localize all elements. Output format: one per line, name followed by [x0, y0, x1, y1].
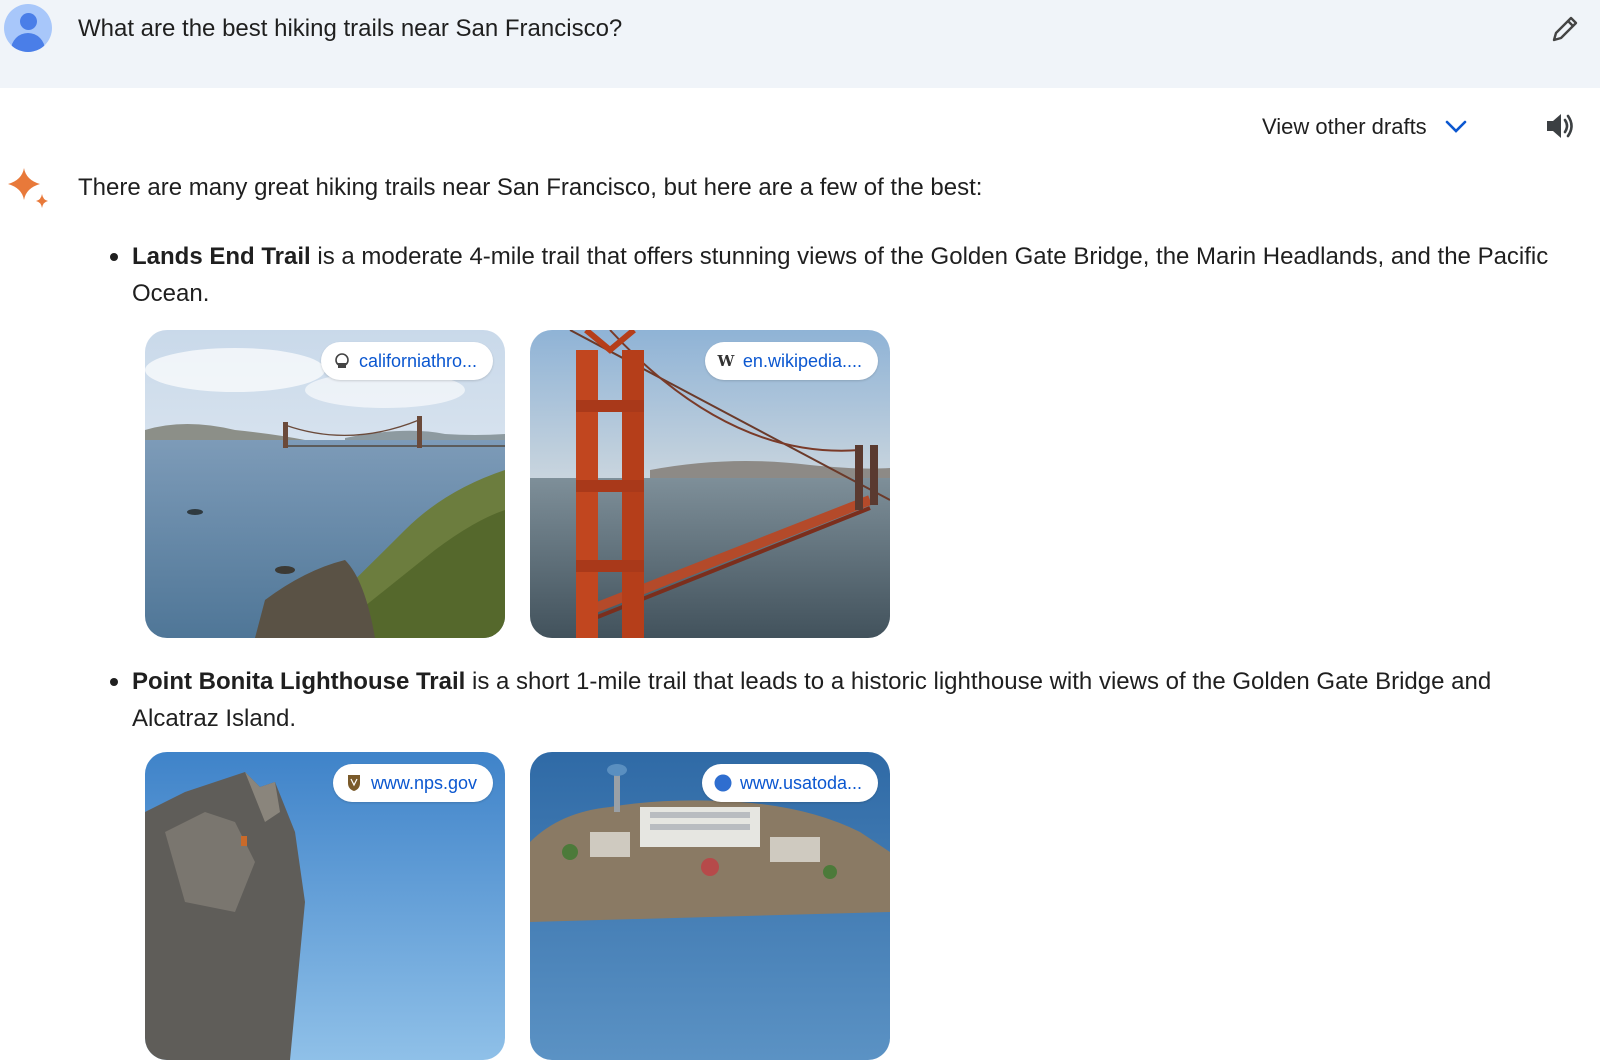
source-chip[interactable]: californiathro... — [320, 342, 493, 380]
source-chip[interactable]: www.usatoda... — [701, 764, 878, 802]
list-item-text: Point Bonita Lighthouse Trail is a short… — [132, 663, 1550, 737]
wikipedia-w-icon: W — [717, 352, 735, 370]
read-aloud-button[interactable] — [1542, 108, 1578, 144]
source-chip[interactable]: www.nps.gov — [332, 764, 493, 802]
list-item: Point Bonita Lighthouse Trail is a short… — [110, 663, 1550, 737]
view-other-drafts-label: View other drafts — [1262, 114, 1427, 139]
speaker-icon — [1547, 114, 1573, 138]
image-card[interactable]: W en.wikipedia.... — [530, 330, 890, 638]
chevron-down-icon — [1445, 120, 1466, 133]
user-avatar-icon[interactable] — [4, 4, 52, 52]
pencil-icon — [1552, 16, 1578, 42]
source-label: californiathro... — [358, 350, 477, 371]
edit-prompt-button[interactable] — [1548, 12, 1582, 46]
usatoday-circle-icon — [714, 774, 732, 792]
bullet-dot — [110, 253, 118, 261]
source-label: www.usatoda... — [739, 772, 862, 793]
trail-name: Lands End Trail — [132, 243, 311, 270]
nps-shield-icon — [345, 774, 363, 792]
trail-name: Point Bonita Lighthouse Trail — [132, 668, 466, 695]
backpack-favicon-icon — [333, 352, 351, 370]
source-label: en.wikipedia.... — [742, 350, 862, 371]
list-item-text: Lands End Trail is a moderate 4-mile tra… — [132, 238, 1550, 312]
image-card[interactable]: californiathro... — [145, 330, 505, 638]
trail-description: is a moderate 4-mile trail that offers s… — [132, 243, 1549, 307]
list-item: Lands End Trail is a moderate 4-mile tra… — [110, 238, 1550, 312]
image-card[interactable]: www.usatoda... — [530, 752, 890, 1060]
source-chip[interactable]: W en.wikipedia.... — [704, 342, 878, 380]
image-card[interactable]: www.nps.gov — [145, 752, 505, 1060]
view-other-drafts-button[interactable]: View other drafts — [1262, 110, 1467, 144]
user-prompt-text: What are the best hiking trails near San… — [78, 15, 623, 42]
user-prompt-bar: What are the best hiking trails near San… — [0, 0, 1600, 88]
bullet-dot — [110, 678, 118, 686]
source-label: www.nps.gov — [370, 772, 477, 793]
response-intro: There are many great hiking trails near … — [78, 174, 983, 201]
gemini-sparkle-icon — [6, 166, 52, 212]
